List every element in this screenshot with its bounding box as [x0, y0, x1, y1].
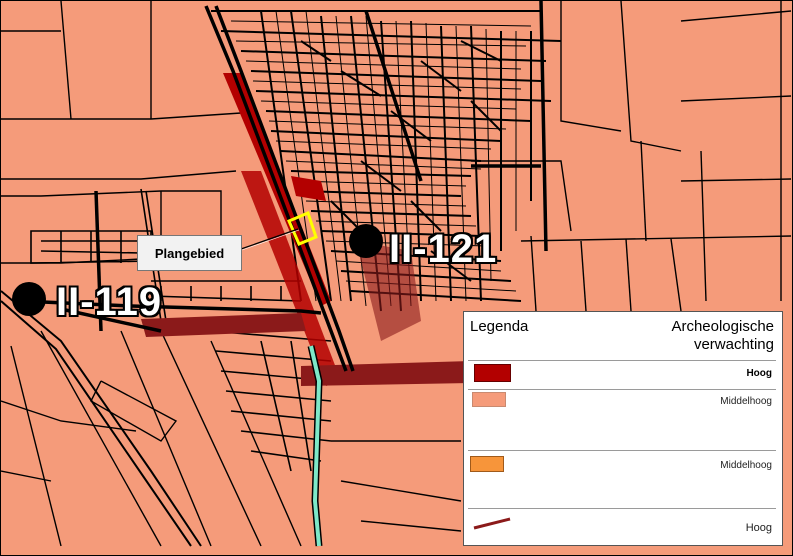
legend-swatch-medium	[472, 392, 506, 407]
site-label-ii-119: II-119	[56, 280, 163, 324]
legend-swatch-medium-alt	[470, 456, 504, 472]
legend-divider	[468, 450, 776, 451]
legend-subtitle: Archeologische verwachting	[624, 318, 774, 354]
legend-title: Legenda	[470, 318, 529, 335]
legend-swatch-high	[474, 364, 511, 382]
legend-label-high: Hoog	[746, 368, 772, 379]
map-frame: Plangebied II-119 II-121 Legenda Archeol…	[0, 0, 793, 556]
legend-subtitle-line-2: verwachting	[693, 336, 774, 353]
legend-subtitle-line-1: Archeologische	[671, 318, 774, 335]
site-marker-ii-119	[12, 282, 46, 316]
legend-label-medium-alt: Middelhoog	[720, 460, 772, 471]
legend-line-high	[473, 517, 511, 530]
legend-divider	[468, 389, 776, 390]
site-marker-ii-121	[349, 224, 383, 258]
legend-divider	[468, 360, 776, 361]
legend-label-medium: Middelhoog	[720, 396, 772, 407]
legend-panel: Legenda Archeologische verwachting Hoog …	[463, 311, 783, 546]
site-label-ii-121: II-121	[389, 227, 498, 271]
plan-area-label: Plangebied	[137, 235, 242, 271]
legend-divider	[468, 508, 776, 509]
legend-label-line-high: Hoog	[745, 522, 772, 534]
